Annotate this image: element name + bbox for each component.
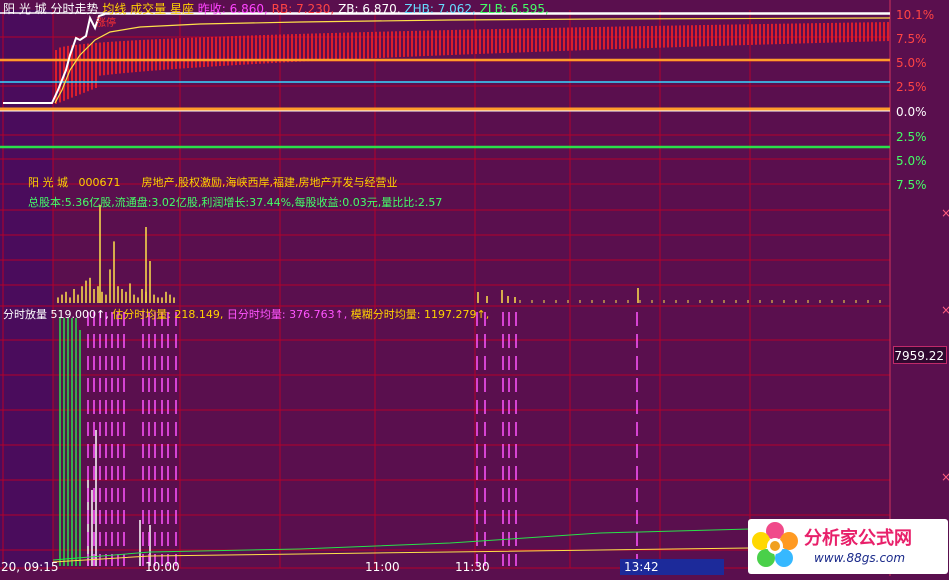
chart-title: 分时走势 bbox=[50, 2, 99, 16]
volume-est-avg: 估分时均量: 218.149, bbox=[112, 308, 224, 321]
time-tick-0: 20, 09:15 bbox=[1, 560, 58, 574]
watermark-url: www.88gs.com bbox=[814, 551, 906, 565]
time-tick-1: 10:00 bbox=[145, 560, 180, 574]
stock-tags-line: 阳 光 城 000671 房地产,股权激励,海峡西岸,福建,房地产开发与经营业 bbox=[28, 174, 397, 190]
stock-title-line: 阳 光 城 分时走势 均线 成交量 星座 昨收: 6.860, RB: 7.23… bbox=[3, 0, 549, 17]
current-time-box[interactable]: 13:42 bbox=[620, 559, 724, 575]
intraday-chart: 10.1% 7.5% 5.0% 2.5% 0.0% 2.5% 5.0% 7.5% 20, 09:… bbox=[0, 0, 949, 576]
close-icon[interactable]: × bbox=[941, 470, 949, 484]
volume-right-value: 7959.22 bbox=[893, 346, 947, 364]
volume-fuzzy-avg: 模糊分时均量: 1197.279↑, bbox=[350, 308, 490, 321]
right-axis-label-0: 10.1% bbox=[896, 8, 934, 22]
chart-svg: 10.1% 7.5% 5.0% 2.5% 0.0% 2.5% 5.0% 7.5% 20, 09:… bbox=[0, 0, 949, 576]
pre-open-region bbox=[0, 10, 53, 568]
close-icon[interactable]: × bbox=[941, 303, 949, 317]
header-item-7: ZLB: 6.595, bbox=[479, 2, 549, 16]
right-axis-label-3: 2.5% bbox=[896, 80, 927, 94]
right-axis-label-2: 5.0% bbox=[896, 56, 927, 70]
volume-label: 分时放量 bbox=[3, 308, 47, 321]
stock-info: 总股本:5.36亿股,流通盘:3.02亿股,利润增长:37.44%,每股收益:0… bbox=[28, 196, 443, 209]
volume-value: 519.000↑, bbox=[50, 308, 109, 321]
limit-up-note: 涨停 bbox=[96, 18, 116, 29]
header-item-1: 成交量 bbox=[130, 2, 170, 16]
right-axis-label-6: 5.0% bbox=[896, 154, 927, 168]
header-items: 均线 成交量 星座 昨收: 6.860, RB: 7.230, ZB: 6.87… bbox=[102, 2, 549, 16]
time-tick-2: 11:00 bbox=[365, 560, 400, 574]
header-item-4: RB: 7.230, bbox=[271, 2, 339, 16]
right-axis-label-4: 0.0% bbox=[896, 105, 927, 119]
stock-code: 000671 bbox=[78, 176, 121, 189]
header-item-3: 昨收: 6.860, bbox=[197, 2, 272, 16]
stock-tags: 房地产,股权激励,海峡西岸,福建,房地产开发与经营业 bbox=[141, 176, 398, 189]
flower-logo-icon bbox=[752, 522, 798, 567]
header-item-2: 星座 bbox=[169, 2, 198, 16]
volume-header: 分时放量 519.000↑, 估分时均量: 218.149, 日分时均量: 37… bbox=[3, 306, 489, 322]
right-axis-label-7: 7.5% bbox=[896, 178, 927, 192]
right-axis-label-5: 2.5% bbox=[896, 130, 927, 144]
right-axis-label-1: 7.5% bbox=[896, 32, 927, 46]
watermark-title: 分析家公式网 bbox=[804, 528, 912, 549]
stock-name: 阳 光 城 bbox=[3, 2, 47, 16]
header-item-5: ZB: 6.870, bbox=[338, 2, 405, 16]
close-icon[interactable]: × bbox=[941, 206, 949, 220]
time-tick-3: 11:30 bbox=[455, 560, 490, 574]
stock-name-info: 阳 光 城 bbox=[28, 176, 68, 189]
header-item-6: ZHB: 7.062, bbox=[404, 2, 480, 16]
watermark: 分析家公式网 www.88gs.com bbox=[748, 519, 948, 574]
volume-day-avg: 日分时均量: 376.763↑, bbox=[226, 308, 348, 321]
